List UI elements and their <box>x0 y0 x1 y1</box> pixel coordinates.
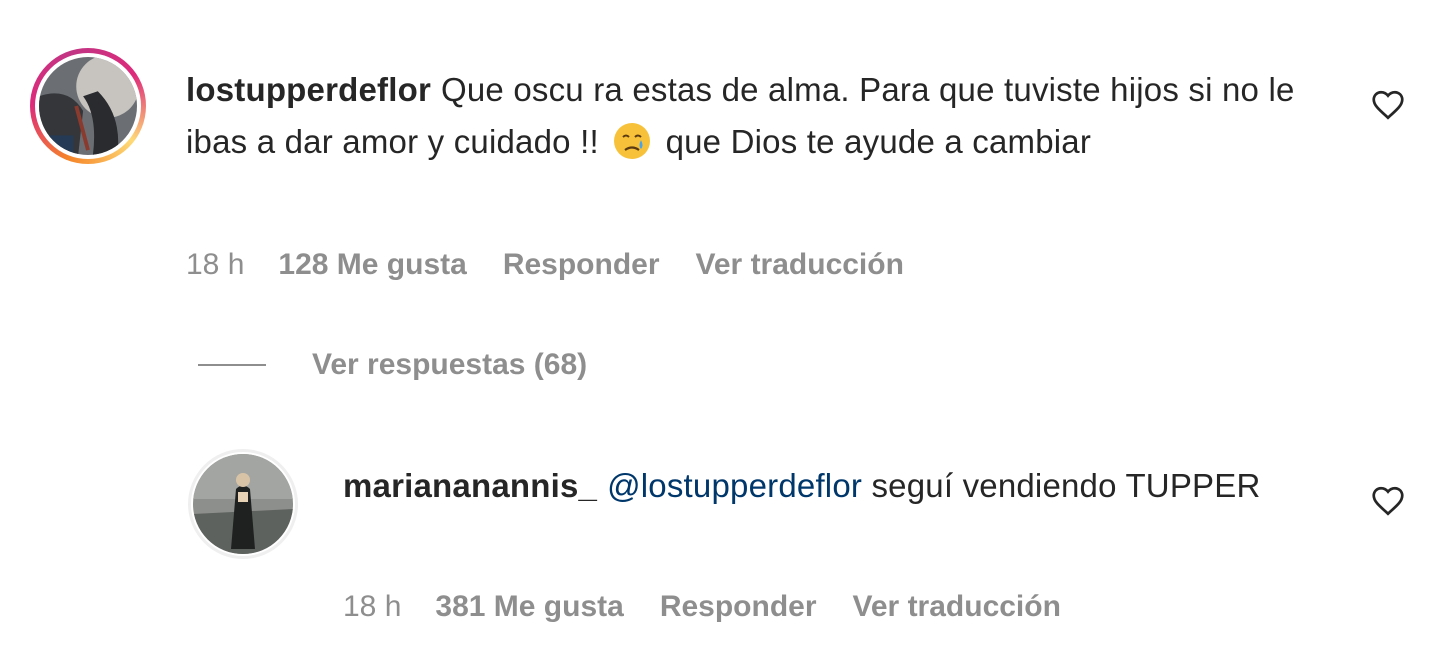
reply-button[interactable]: Responder <box>660 590 817 624</box>
likes-count[interactable]: 128 Me gusta <box>278 248 466 282</box>
timestamp: 18 h <box>186 248 245 281</box>
username-link[interactable]: lostupperdeflor <box>186 71 431 108</box>
heart-outline-icon[interactable] <box>1370 87 1406 123</box>
comment-meta: 18 h 128 Me gusta Responder Ver traducci… <box>186 248 940 282</box>
likes-count[interactable]: 381 Me gusta <box>435 590 623 624</box>
mention-link[interactable]: @lostupperdeflor <box>607 467 862 504</box>
reply-text: seguí vendiendo TUPPER <box>871 467 1261 504</box>
view-replies-button[interactable]: Ver respuestas (68) <box>198 348 587 382</box>
reply-body: mariananannis_ @lostupperdeflor seguí ven… <box>343 460 1303 512</box>
translate-button[interactable]: Ver traducción <box>853 590 1061 624</box>
reply-meta: 18 h 381 Me gusta Responder Ver traducci… <box>343 590 1097 624</box>
crying-face-icon <box>614 123 651 159</box>
avatar <box>193 454 293 554</box>
username-link[interactable]: mariananannis_ <box>343 467 597 504</box>
replies-divider <box>198 364 266 366</box>
view-replies-label: Ver respuestas (68) <box>312 348 588 381</box>
avatar <box>39 57 137 155</box>
reply-avatar-ring[interactable] <box>188 449 298 559</box>
story-ring-avatar[interactable] <box>30 48 146 164</box>
timestamp: 18 h <box>343 590 402 623</box>
heart-outline-icon[interactable] <box>1370 483 1406 519</box>
comment-text-part2: que Dios te ayude a cambiar <box>665 123 1092 160</box>
comment-body: lostupperdeflor Que oscu ra estas de alma… <box>186 64 1346 168</box>
reply-button[interactable]: Responder <box>503 248 660 282</box>
translate-button[interactable]: Ver traducción <box>696 248 904 282</box>
